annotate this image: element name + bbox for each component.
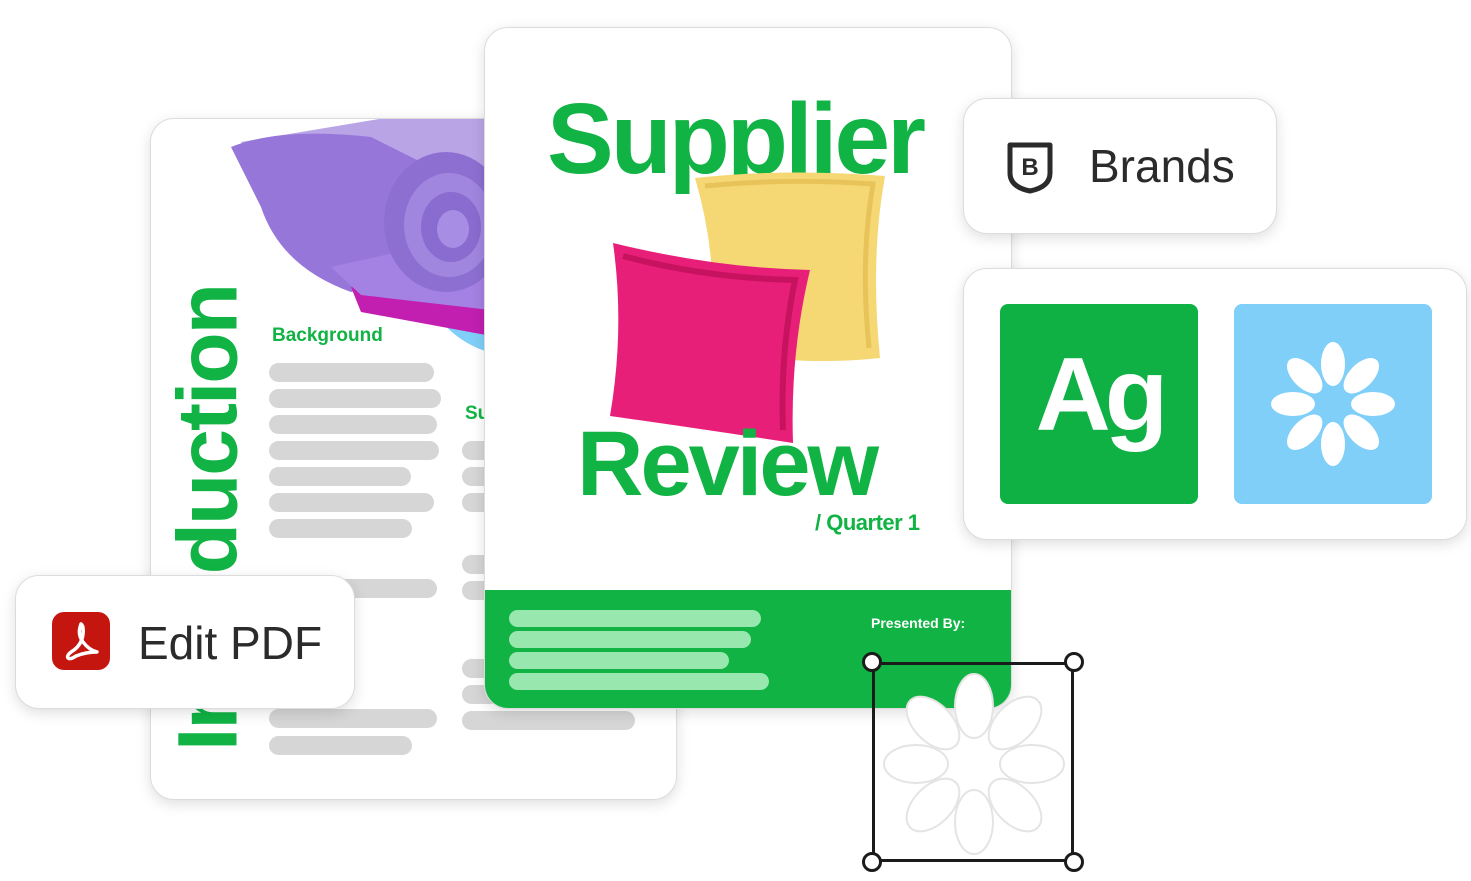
presented-by-label: Presented By: — [871, 615, 966, 631]
flower-logo-icon — [1271, 342, 1395, 466]
acrobat-pdf-icon — [52, 612, 110, 670]
brands-label: Brands — [1089, 140, 1235, 192]
text-placeholder — [269, 441, 439, 460]
footer-text-placeholder — [509, 610, 761, 627]
text-placeholder — [462, 711, 635, 730]
resize-handle-bottom-right[interactable] — [1064, 852, 1084, 872]
resize-handle-top-right[interactable] — [1064, 652, 1084, 672]
section-label-background: Background — [272, 325, 383, 346]
text-placeholder — [269, 519, 412, 538]
brands-button[interactable]: B Brands — [963, 98, 1277, 234]
text-placeholder — [269, 709, 437, 728]
font-sample-text: Ag — [1035, 337, 1169, 453]
text-placeholder — [269, 389, 441, 408]
resize-handle-top-left[interactable] — [862, 652, 882, 672]
text-placeholder — [269, 363, 434, 382]
resize-handle-bottom-left[interactable] — [862, 852, 882, 872]
footer-text-placeholder — [509, 631, 751, 648]
text-placeholder — [269, 493, 434, 512]
font-asset-tile[interactable]: Ag — [1000, 304, 1198, 504]
supplier-review-document[interactable]: Supplier Review / Quarter 1 Presented By… — [484, 27, 1012, 709]
footer-text-placeholder — [509, 652, 729, 669]
selection-box[interactable] — [872, 662, 1074, 862]
logo-asset-tile[interactable] — [1234, 304, 1432, 504]
svg-text:B: B — [1021, 154, 1038, 181]
text-placeholder — [269, 736, 412, 755]
edit-pdf-button[interactable]: Edit PDF — [15, 575, 355, 709]
document-subtitle: / Quarter 1 — [815, 510, 920, 535]
brand-assets-panel: Ag — [963, 268, 1467, 540]
document-title-line2: Review — [577, 413, 879, 515]
text-placeholder — [269, 415, 437, 434]
text-placeholder — [269, 467, 411, 486]
edit-pdf-label: Edit PDF — [138, 617, 323, 669]
footer-text-placeholder — [509, 673, 769, 690]
brand-shield-icon: B — [1007, 142, 1053, 194]
